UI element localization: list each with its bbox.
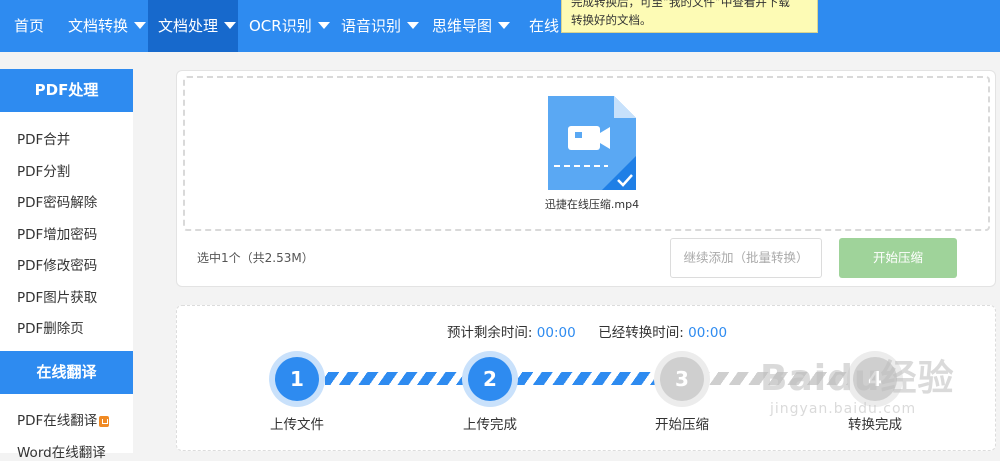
nav-ocr-label: OCR识别: [249, 17, 312, 35]
step-3-number: 3: [660, 357, 704, 401]
chevron-down-icon: [134, 22, 147, 29]
nav-home-label: 首页: [14, 17, 45, 35]
top-nav: 首页 文档转换 文档处理 OCR识别 语音识别 思维导图 在线: [0, 0, 1000, 52]
progress-segment-2: [517, 372, 661, 385]
step-1-circle: 1: [269, 351, 325, 407]
remaining-time-value: 00:00: [536, 325, 576, 341]
elapsed-time-label: 已经转换时间:: [598, 325, 684, 341]
file-name: 迅捷在线压缩.mp4: [544, 198, 640, 211]
step-2-label: 上传完成: [463, 417, 517, 433]
chevron-down-icon: [498, 22, 511, 29]
sidebar-heading-pdf: PDF处理: [0, 69, 133, 112]
progress-segment-1: [325, 372, 467, 385]
sidebar-item-pdf-split[interactable]: PDF分割: [17, 160, 70, 180]
chevron-down-icon: [224, 22, 237, 29]
tooltip: 完成转换后，可至“我的文件”中查看并下载 转换好的文档。: [561, 0, 818, 33]
nav-doc-convert-label: 文档转换: [68, 17, 129, 35]
new-badge-icon: [99, 415, 110, 427]
nav-ocr[interactable]: OCR识别: [249, 0, 330, 52]
step-2-number: 2: [468, 357, 512, 401]
chevron-down-icon: [407, 22, 420, 29]
start-compress-button[interactable]: 开始压缩: [839, 238, 957, 278]
drop-zone[interactable]: 迅捷在线压缩.mp4: [183, 76, 990, 231]
nav-doc-convert[interactable]: 文档转换: [68, 0, 147, 52]
sidebar-item-pdf-unlock[interactable]: PDF密码解除: [17, 191, 97, 211]
sidebar: PDF处理 PDF合并 PDF分割 PDF密码解除 PDF增加密码 PDF修改密…: [0, 69, 133, 461]
step-1-label: 上传文件: [270, 417, 324, 433]
video-file-icon[interactable]: [548, 96, 636, 190]
sidebar-item-pdf-translate[interactable]: PDF在线翻译: [17, 409, 110, 429]
elapsed-time-value: 00:00: [688, 325, 728, 341]
nav-home[interactable]: 首页: [14, 0, 44, 52]
chevron-down-icon: [317, 22, 330, 29]
baidu-watermark: Baidu经验 jingyan.baidu.com: [760, 335, 1000, 435]
nav-speech-label: 语音识别: [341, 17, 402, 35]
sidebar-item-pdf-extract-images[interactable]: PDF图片获取: [17, 286, 97, 306]
nav-mindmap[interactable]: 思维导图: [432, 0, 511, 52]
nav-speech[interactable]: 语音识别: [341, 0, 420, 52]
sidebar-item-pdf-change-password[interactable]: PDF修改密码: [17, 254, 97, 274]
step-3-circle: 3: [654, 351, 710, 407]
remaining-time-label: 预计剩余时间:: [446, 325, 533, 341]
nav-online[interactable]: 在线: [529, 0, 559, 52]
upload-panel: 迅捷在线压缩.mp4 选中1个（共2.53M） 继续添加（批量转换） 开始压缩: [176, 70, 996, 287]
nav-mindmap-label: 思维导图: [432, 17, 493, 35]
sidebar-item-pdf-delete-pages[interactable]: PDF删除页: [17, 317, 84, 337]
continue-add-button[interactable]: 继续添加（批量转换）: [670, 238, 822, 278]
step-1-number: 1: [275, 357, 319, 401]
sidebar-heading-translate: 在线翻译: [0, 351, 133, 394]
tooltip-line-1: 完成转换后，可至“我的文件”中查看并下载: [571, 0, 790, 9]
sidebar-item-pdf-add-password[interactable]: PDF增加密码: [17, 223, 97, 243]
tooltip-line-2: 转换好的文档。: [571, 13, 652, 27]
watermark-site: jingyan.baidu.com: [770, 401, 917, 417]
sidebar-item-pdf-translate-label: PDF在线翻译: [17, 413, 98, 429]
watermark-brand: Baidu经验: [760, 358, 955, 399]
step-3-label: 开始压缩: [655, 417, 709, 433]
sidebar-item-pdf-merge[interactable]: PDF合并: [17, 128, 70, 148]
nav-online-label: 在线: [529, 17, 560, 35]
nav-doc-process-label: 文档处理: [158, 17, 219, 35]
nav-doc-process[interactable]: 文档处理: [148, 0, 238, 52]
sidebar-item-word-translate[interactable]: Word在线翻译: [17, 441, 106, 461]
step-2-circle: 2: [462, 351, 518, 407]
selection-info: 选中1个（共2.53M）: [197, 251, 314, 265]
